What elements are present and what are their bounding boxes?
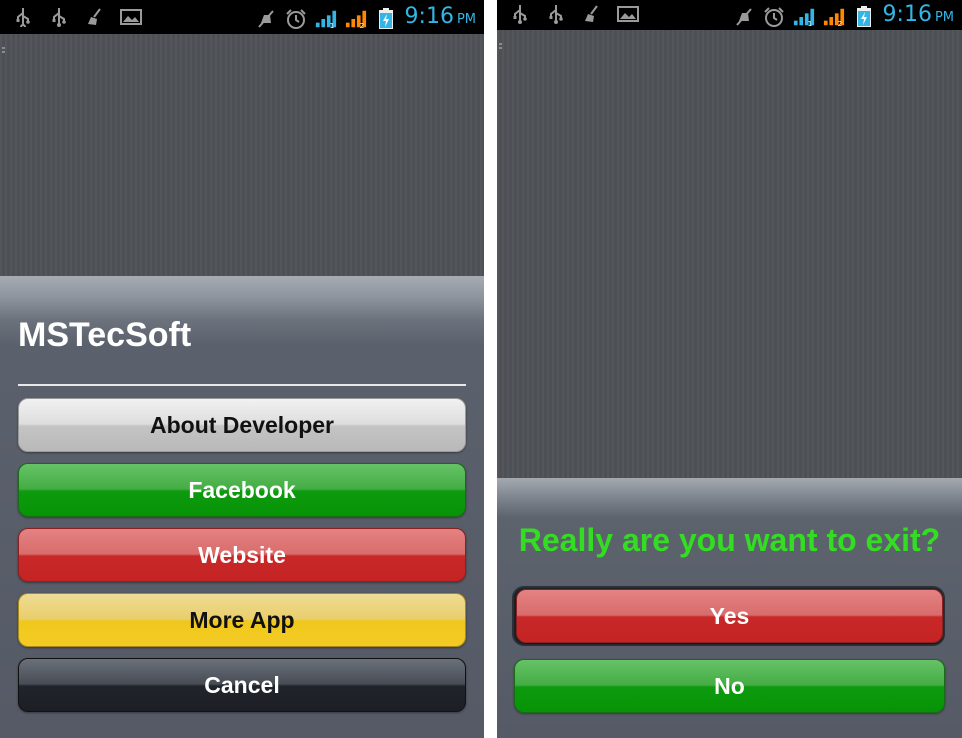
drag-handle-icon <box>499 43 502 51</box>
signal-1-icon: 1 <box>793 6 815 28</box>
signal-1-icon: 1 <box>315 8 337 30</box>
exit-sheet: Really are you want to exit? Yes No <box>497 478 962 738</box>
exit-question: Really are you want to exit? <box>518 522 941 558</box>
broom-icon <box>581 3 603 25</box>
action-sheet: MSTecSoft About Developer Facebook Websi… <box>0 276 484 738</box>
facebook-button[interactable]: Facebook <box>18 463 466 517</box>
battery-charging-icon <box>375 7 397 30</box>
mute-icon <box>255 8 277 30</box>
alarm-icon <box>763 6 785 28</box>
status-bar: 1 2 9:16 PM <box>497 0 962 30</box>
usb-icon <box>48 6 70 28</box>
signal-2-icon: 2 <box>345 8 367 30</box>
more-app-button[interactable]: More App <box>18 593 466 647</box>
status-time: 9:16 PM <box>404 4 476 29</box>
right-screen: 1 2 9:16 PM Really are you want to exit? … <box>497 0 962 738</box>
about-developer-button[interactable]: About Developer <box>18 398 466 452</box>
app-content-area <box>0 34 484 276</box>
image-icon <box>617 3 639 25</box>
app-content-area <box>497 30 962 478</box>
image-icon <box>120 6 142 28</box>
usb-icon <box>12 6 34 28</box>
svg-text:2: 2 <box>359 21 364 30</box>
left-screen: 1 2 9:16 PM MSTecSoft About Developer Fac… <box>0 0 484 738</box>
svg-text:1: 1 <box>807 19 812 28</box>
broom-icon <box>84 6 106 28</box>
cancel-button[interactable]: Cancel <box>18 658 466 712</box>
no-button[interactable]: No <box>514 659 945 713</box>
dialog-title: MSTecSoft <box>18 316 192 354</box>
svg-text:2: 2 <box>837 19 842 28</box>
drag-handle-icon <box>2 47 5 55</box>
yes-button[interactable]: Yes <box>516 589 943 643</box>
title-divider <box>18 384 466 386</box>
alarm-icon <box>285 8 307 30</box>
usb-icon <box>545 3 567 25</box>
status-time: 9:16 PM <box>882 2 954 27</box>
usb-icon <box>509 3 531 25</box>
svg-text:1: 1 <box>329 21 334 30</box>
status-bar: 1 2 9:16 PM <box>0 0 484 34</box>
website-button[interactable]: Website <box>18 528 466 582</box>
signal-2-icon: 2 <box>823 6 845 28</box>
mute-icon <box>733 6 755 28</box>
battery-charging-icon <box>853 5 875 28</box>
